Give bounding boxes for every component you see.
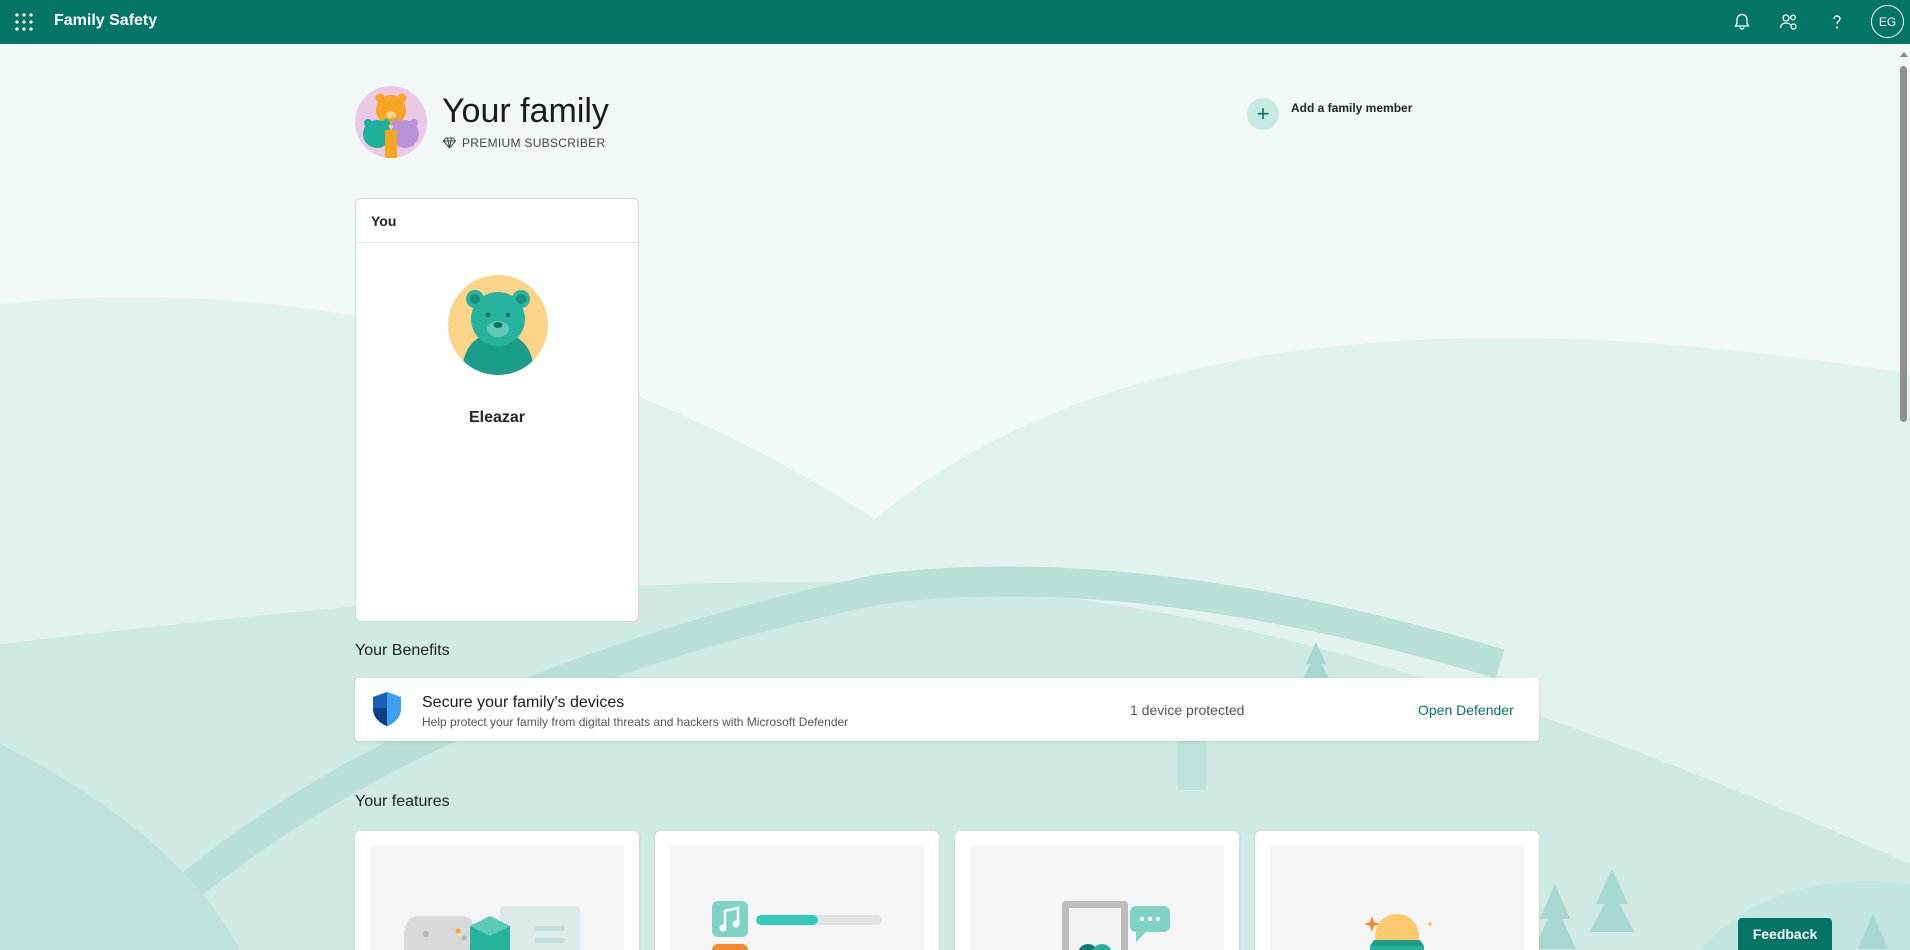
add-family-member-button[interactable]: + Add a family member — [1247, 98, 1412, 130]
user-avatar-button[interactable]: EG — [1871, 5, 1904, 38]
background-landscape — [0, 44, 1910, 950]
feature-card-screen-time[interactable] — [355, 831, 639, 950]
feature-card-content-filters[interactable] — [655, 831, 939, 950]
benefit-title: Secure your family's devices — [422, 694, 625, 711]
feature-card-communication[interactable] — [955, 831, 1239, 950]
music-note-icon — [712, 901, 882, 950]
member-card[interactable]: You Eleazar — [355, 198, 639, 622]
help-icon[interactable] — [1823, 8, 1851, 36]
feedback-button[interactable]: Feedback — [1738, 918, 1832, 950]
benefits-section-title: Your Benefits — [355, 642, 450, 659]
scrollbar[interactable] — [1897, 44, 1910, 950]
top-bar: Family Safety EG — [0, 0, 1910, 44]
feature-illustration — [670, 846, 924, 950]
family-avatar — [355, 86, 427, 158]
feature-illustration — [370, 846, 624, 950]
diamond-icon — [443, 137, 456, 149]
scrollbar-thumb[interactable] — [1900, 66, 1907, 422]
defender-benefit-card: Secure your family's devices Help protec… — [355, 678, 1539, 741]
benefit-status: 1 device protected — [1130, 702, 1245, 718]
feature-illustration — [1270, 846, 1524, 950]
feature-card-spending[interactable] — [1255, 831, 1539, 950]
page-title: Your family — [442, 92, 609, 130]
member-name: Eleazar — [468, 409, 526, 426]
people-settings-icon[interactable] — [1775, 8, 1803, 36]
coin-wallet-icon — [1364, 914, 1432, 950]
feature-illustration — [970, 846, 1224, 950]
game-controller-icon — [404, 906, 580, 950]
open-defender-link[interactable]: Open Defender — [1418, 702, 1514, 718]
add-family-member-label: Add a family member — [1291, 101, 1413, 115]
app-title[interactable]: Family Safety — [54, 12, 157, 30]
premium-badge-label: PREMIUM SUBSCRIBER — [462, 136, 606, 150]
plus-icon: + — [1247, 98, 1279, 130]
bell-icon[interactable] — [1728, 8, 1756, 36]
shield-icon — [373, 692, 401, 726]
features-section-title: Your features — [355, 793, 450, 810]
waffle-icon[interactable] — [12, 10, 36, 34]
premium-badge: PREMIUM SUBSCRIBER — [443, 136, 605, 150]
scroll-up-arrow-icon[interactable] — [1900, 52, 1908, 57]
benefit-subtitle: Help protect your family from digital th… — [422, 715, 849, 729]
member-card-group-label: You — [356, 199, 638, 243]
chat-bubble-icon — [1062, 901, 1170, 950]
member-avatar — [448, 275, 548, 375]
